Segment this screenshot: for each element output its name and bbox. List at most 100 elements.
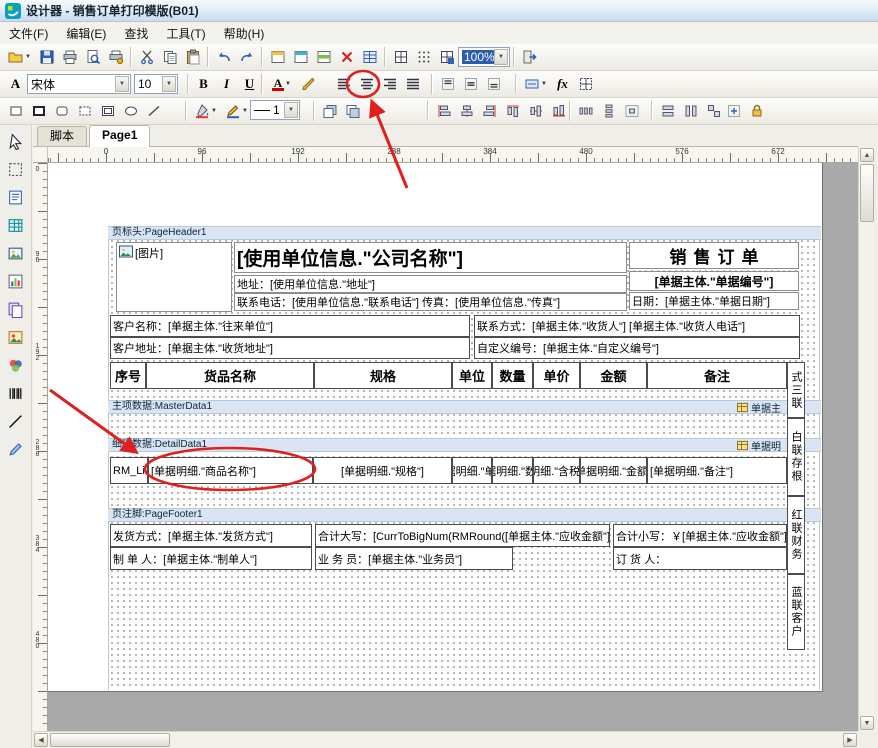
tab-page1[interactable]: Page1 — [89, 125, 150, 147]
col-header-name[interactable]: 货品名称 — [146, 362, 314, 389]
align-top-edges-button[interactable] — [501, 100, 524, 122]
snap-to-grid-button[interactable] — [412, 46, 435, 68]
insert-report-header-button[interactable] — [266, 46, 289, 68]
horizontal-scrollbar[interactable]: ◀ ▶ — [33, 731, 858, 747]
col-header-amount[interactable]: 金额 — [580, 362, 647, 389]
contact-field[interactable]: 联系方式：[单据主体."收货人"] [单据主体."收货人电话"] — [474, 315, 800, 337]
subreport-tool[interactable] — [4, 298, 28, 320]
pen-tool[interactable] — [4, 438, 28, 460]
align-vertical-centers-button[interactable] — [455, 100, 478, 122]
copy-strip-3[interactable]: 红联财务 — [787, 496, 805, 574]
show-grid-button[interactable] — [389, 46, 412, 68]
copy-strip-1[interactable]: 式三联 — [787, 362, 805, 418]
scroll-down-button[interactable]: ▼ — [860, 716, 874, 730]
align-left-button[interactable] — [332, 73, 355, 95]
align-left-edges-button[interactable] — [432, 100, 455, 122]
font-size-combobox[interactable]: 10 ▼ — [134, 74, 178, 94]
col-header-qty[interactable]: 数量 — [492, 362, 533, 389]
send-to-back-button[interactable] — [341, 100, 364, 122]
caret-down-icon[interactable]: ▼ — [115, 76, 129, 92]
detail-seq-field[interactable]: RM_Li — [110, 457, 148, 484]
tab-script[interactable]: 脚本 — [37, 126, 87, 146]
line-tool[interactable] — [4, 410, 28, 432]
grow-to-grid-button[interactable] — [722, 100, 745, 122]
insert-group-button[interactable] — [358, 46, 381, 68]
grid-settings-button[interactable] — [435, 46, 458, 68]
menu-find[interactable]: 查找 — [115, 22, 157, 45]
vertical-scrollbar[interactable]: ▲ ▼ — [858, 147, 874, 731]
same-height-button[interactable] — [679, 100, 702, 122]
align-center-button[interactable] — [355, 73, 378, 95]
scroll-left-button[interactable]: ◀ — [34, 733, 48, 747]
label-tool[interactable] — [4, 186, 28, 208]
marquee-tool[interactable] — [4, 158, 28, 180]
total-in-figures-field[interactable]: 合计小写：￥[单据主体."应收金额"] — [613, 524, 787, 547]
copy-strip-2[interactable]: 白联存根 — [787, 418, 805, 496]
col-header-spec[interactable]: 规格 — [314, 362, 452, 389]
chart-tool[interactable] — [4, 270, 28, 292]
open-button[interactable]: ▼ — [4, 46, 35, 68]
salesman-field[interactable]: 业 务 员：[单据主体."业务员"] — [315, 547, 513, 570]
undo-button[interactable] — [212, 46, 235, 68]
detail-remark-field[interactable]: [单据明细."备注"] — [647, 457, 787, 484]
lock-objects-button[interactable] — [745, 100, 768, 122]
redo-button[interactable] — [235, 46, 258, 68]
shape-roundrect-button[interactable] — [50, 100, 73, 122]
fill-color-button[interactable]: ▼ — [190, 100, 221, 122]
ship-method-field[interactable]: 发货方式：[单据主体."发货方式"] — [110, 524, 312, 547]
col-header-seq[interactable]: 序号 — [110, 362, 146, 389]
company-name-field[interactable]: [使用单位信息."公司名称"] — [234, 242, 627, 273]
detail-spec-field[interactable]: [单据明细."规格"] — [313, 457, 452, 484]
line-color-button[interactable]: ▼ — [221, 100, 252, 122]
font-color-button[interactable]: A ▼ — [266, 73, 297, 95]
order-number-field[interactable]: [单据主体."单据编号"] — [629, 271, 799, 291]
center-in-band-button[interactable] — [620, 100, 643, 122]
paste-button[interactable] — [181, 46, 204, 68]
total-in-words-field[interactable]: 合计大写：[CurrToBigNum(RMRound([单据主体."应收金额"]… — [315, 524, 610, 547]
highlight-color-button[interactable] — [297, 73, 320, 95]
insert-detail-band-button[interactable] — [312, 46, 335, 68]
detail-amount-field[interactable]: [单据明细."金额"] — [580, 457, 647, 484]
caret-down-icon[interactable]: ▼ — [494, 49, 508, 65]
shape-ellipse-button[interactable] — [119, 100, 142, 122]
print-button[interactable] — [58, 46, 81, 68]
band-master-data[interactable]: 主项数据:MasterData1 — [108, 400, 821, 414]
save-button[interactable] — [35, 46, 58, 68]
shape-thick-rect-button[interactable] — [27, 100, 50, 122]
copy-strip-4[interactable]: 蓝联客户 — [787, 574, 805, 650]
orderer-field[interactable]: 订 货 人： — [613, 547, 787, 570]
italic-button[interactable]: I — [215, 73, 238, 95]
detail-price-field[interactable]: [单据明细."含税单价"] — [533, 457, 580, 484]
space-equally-horizontal-button[interactable] — [574, 100, 597, 122]
bring-to-front-button[interactable] — [318, 100, 341, 122]
delete-band-button[interactable] — [335, 46, 358, 68]
align-right-edges-button[interactable] — [478, 100, 501, 122]
menu-tools[interactable]: 工具(T) — [157, 22, 214, 45]
font-name-combobox[interactable]: 宋体 ▼ — [27, 74, 131, 94]
col-header-unit[interactable]: 单位 — [452, 362, 492, 389]
maker-field[interactable]: 制 单 人：[单据主体."制单人"] — [110, 547, 312, 570]
line-style-combobox[interactable]: 1 ▼ — [250, 100, 300, 120]
detail-unit-field[interactable]: [单据明细."单位"] — [452, 457, 492, 484]
cut-button[interactable] — [135, 46, 158, 68]
insert-page-header-button[interactable] — [289, 46, 312, 68]
date-field[interactable]: 日期：[单据主体."单据日期"] — [629, 292, 799, 310]
space-equally-vertical-button[interactable] — [597, 100, 620, 122]
menu-file[interactable]: 文件(F) — [0, 22, 57, 45]
caret-down-icon[interactable]: ▼ — [162, 76, 176, 92]
valign-top-button[interactable] — [436, 73, 459, 95]
address-field[interactable]: 地址：[使用单位信息."地址"] — [234, 275, 627, 293]
barcode-tool[interactable] — [4, 382, 28, 404]
customer-address-field[interactable]: 客户地址：[单据主体."收货地址"] — [110, 337, 470, 359]
insert-field-button[interactable]: ▼ — [520, 73, 551, 95]
caret-down-icon[interactable]: ▼ — [284, 102, 298, 118]
menu-edit[interactable]: 编辑(E) — [57, 22, 115, 45]
color-picker-tool[interactable] — [4, 354, 28, 376]
shape-double-rect-button[interactable] — [96, 100, 119, 122]
image-frame-tool[interactable] — [4, 326, 28, 348]
col-header-remark[interactable]: 备注 — [647, 362, 787, 389]
col-header-price[interactable]: 单价 — [533, 362, 580, 389]
doc-title-field[interactable]: 销售订单 — [629, 242, 799, 269]
scroll-up-button[interactable]: ▲ — [860, 148, 874, 162]
border-editor-button[interactable] — [574, 73, 597, 95]
